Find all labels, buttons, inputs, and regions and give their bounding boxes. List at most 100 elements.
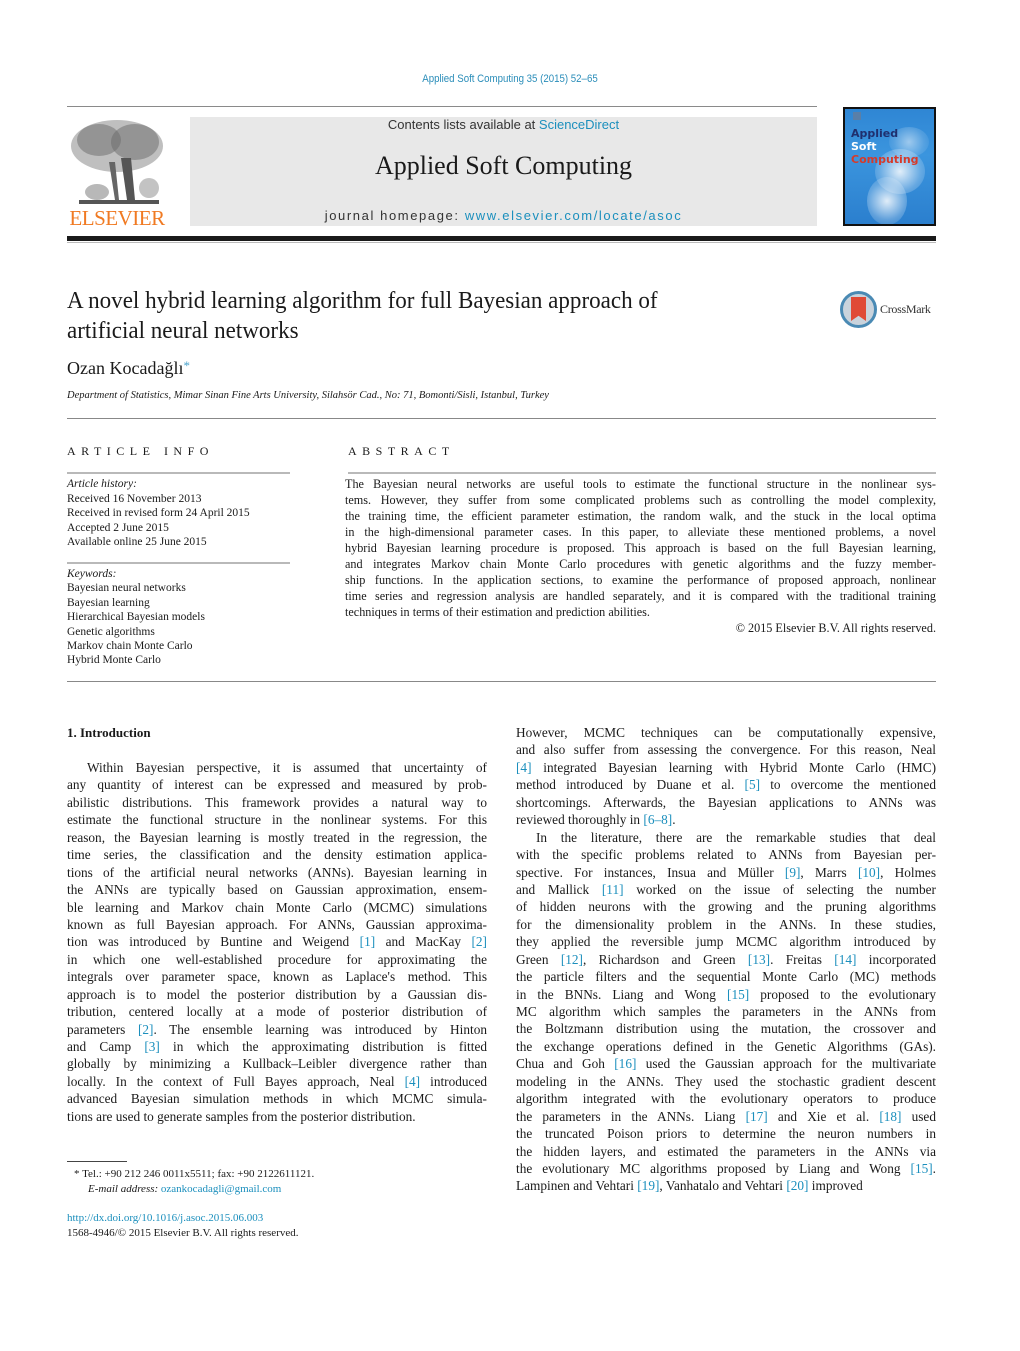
body-text-line: any quantity of interest can be expresse… xyxy=(67,776,487,793)
keywords-label: Keywords: xyxy=(67,568,117,580)
doi-link[interactable]: http://dx.doi.org/10.1016/j.asoc.2015.06… xyxy=(67,1211,299,1226)
contents-availability: Contents lists available at ScienceDirec… xyxy=(190,117,817,132)
article-title-line: artificial neural networks xyxy=(67,318,299,344)
article-history: Article history: Received 16 November 20… xyxy=(67,477,250,550)
citation-link[interactable]: [3] xyxy=(144,1039,160,1054)
elsevier-logo[interactable]: ELSEVIER xyxy=(67,116,167,230)
body-text: . Freitas xyxy=(770,951,835,967)
keyword-item: Bayesian neural networks xyxy=(67,582,186,595)
body-text: they applied the reversible jump MCMC al… xyxy=(516,934,936,950)
body-text: tions are used to generate samples from … xyxy=(67,1108,416,1124)
body-text-line: tions are used to generate samples from … xyxy=(67,1108,487,1125)
abstract-line: tems. However, they suffer from some com… xyxy=(345,493,936,507)
body-text-line: approach is to model the posterior distr… xyxy=(67,986,487,1003)
body-text: and Camp xyxy=(67,1039,145,1054)
email-link[interactable]: ozankocadagli@gmail.com xyxy=(161,1183,281,1195)
citation-link[interactable]: [15] xyxy=(727,987,749,1002)
body-text: ble learning and Markov chain Monte Carl… xyxy=(67,899,487,915)
body-text: parameters xyxy=(67,1021,138,1037)
body-text: worked on the issue of selecting the num… xyxy=(623,881,936,897)
body-text: abilistic distributions. This framework … xyxy=(67,794,487,810)
citation-link[interactable]: [18] xyxy=(879,1109,901,1124)
body-text-line: In the literature, there are the remarka… xyxy=(516,829,936,846)
body-text: reason, the Bayesian learning is mostly … xyxy=(67,829,487,845)
body-text: the Boltzmann distribution using the mut… xyxy=(516,1021,936,1037)
citation-link[interactable]: [10] xyxy=(858,865,880,880)
header-thin-divider xyxy=(67,242,936,243)
body-text-line: globally by minimizing a Kullback–Leible… xyxy=(67,1055,487,1072)
body-text-line: Chua and Goh [16] used the Gaussian appr… xyxy=(516,1055,936,1072)
body-text: . xyxy=(672,812,676,828)
citation-link[interactable]: [14] xyxy=(834,952,856,967)
author-footnote-link[interactable]: * xyxy=(183,358,190,373)
citation-link[interactable]: [20] xyxy=(786,1178,808,1193)
body-text-line: in the BNNs. Liang and Wong [15] propose… xyxy=(516,986,936,1003)
body-text: Within Bayesian perspective, it is assum… xyxy=(87,760,487,775)
body-text: the particle filters and the sequential … xyxy=(516,969,936,985)
keyword-item: Hybrid Monte Carlo xyxy=(67,654,161,667)
body-text: of hidden neurons with the growing and t… xyxy=(516,899,936,915)
citation-link[interactable]: [11] xyxy=(602,882,624,897)
citation-link[interactable]: [4] xyxy=(405,1074,421,1089)
citation-link[interactable]: [4] xyxy=(516,760,532,775)
abstract-line: and integrates Markov chain Monte Carlo … xyxy=(345,557,936,571)
footnote-contact: Tel.: +90 212 246 0011x5511; fax: +90 21… xyxy=(82,1168,315,1180)
body-text-line: in which one well-established procedure … xyxy=(67,951,487,968)
cover-title-line2: Soft xyxy=(851,140,877,153)
citation-link[interactable]: [15] xyxy=(911,1161,933,1176)
abstract-line: time series and regression analysis are … xyxy=(345,589,936,603)
body-text-line: reason, the Bayesian learning is mostly … xyxy=(67,829,487,846)
body-text-line: the Boltzmann distribution using the mut… xyxy=(516,1020,936,1037)
body-text: improved xyxy=(808,1178,863,1194)
body-text: integrals over parameter space, known as… xyxy=(67,969,487,985)
citation-link[interactable]: [9] xyxy=(785,865,801,880)
citation-link[interactable]: [2] xyxy=(471,934,487,949)
abstract-line: in the high-dimensional parameter cases.… xyxy=(345,525,936,539)
body-text-line: the exchange operations defined in the G… xyxy=(516,1038,936,1055)
body-text: with the specific problems related to AN… xyxy=(516,847,936,863)
citation-link[interactable]: [6–8] xyxy=(643,812,672,827)
body-text-line: Within Bayesian perspective, it is assum… xyxy=(67,759,487,776)
article-title: A novel hybrid learning algorithm for fu… xyxy=(67,286,758,346)
abstract-body: The Bayesian neural networks are useful … xyxy=(345,476,936,620)
sciencedirect-link[interactable]: ScienceDirect xyxy=(539,117,619,132)
body-text: locally. In the context of Full Bayes ap… xyxy=(67,1073,405,1089)
body-text-line: spective. For instances, Insua and Mülle… xyxy=(516,864,936,881)
body-text: Lampinen and Vehtari xyxy=(516,1178,638,1194)
cover-decoration xyxy=(867,177,907,224)
body-text: for the dimensionality problem in the AN… xyxy=(516,916,936,932)
citation-link[interactable]: [16] xyxy=(614,1056,636,1071)
homepage-link[interactable]: www.elsevier.com/locate/asoc xyxy=(465,208,682,223)
body-text-line: Lampinen and Vehtari [19], Vanhatalo and… xyxy=(516,1177,936,1194)
journal-reference[interactable]: Applied Soft Computing 35 (2015) 52–65 xyxy=(61,73,959,85)
citation-link[interactable]: [17] xyxy=(746,1109,768,1124)
citation-link[interactable]: [1] xyxy=(360,934,376,949)
body-text: used xyxy=(901,1108,936,1124)
body-column-right: However, MCMC techniques can be computat… xyxy=(516,724,936,1195)
citation-link[interactable]: [2] xyxy=(138,1022,154,1037)
body-text: the ANNs are typically based on Gaussian… xyxy=(67,882,487,898)
journal-title: Applied Soft Computing xyxy=(374,151,633,180)
body-text-line: [4] integrated Bayesian learning with Hy… xyxy=(516,759,936,776)
journal-cover-image[interactable]: Applied Soft Computing xyxy=(843,107,936,226)
body-column-left: Within Bayesian perspective, it is assum… xyxy=(67,759,487,1125)
citation-link[interactable]: [5] xyxy=(745,777,761,792)
citation-link[interactable]: [13] xyxy=(748,952,770,967)
body-text: and Mallick xyxy=(516,881,602,897)
body-text-line: method introduced by Duane et al. [5] to… xyxy=(516,776,936,793)
keyword-item: Hierarchical Bayesian models xyxy=(67,611,205,624)
citation-link[interactable]: [19] xyxy=(637,1178,659,1193)
crossmark-button[interactable]: CrossMark xyxy=(840,291,940,329)
body-text: Chua and Goh xyxy=(516,1056,615,1072)
author-affiliation: Department of Statistics, Mimar Sinan Fi… xyxy=(67,390,549,401)
citation-link[interactable]: [12] xyxy=(561,952,583,967)
body-text-line: known as full Bayesian approach. For ANN… xyxy=(67,916,487,933)
body-text: tions of the artificial neural networks … xyxy=(67,864,487,880)
footnote-contact-row: * Tel.: +90 212 246 0011x5511; fax: +90 … xyxy=(67,1167,314,1182)
keywords: Keywords: Bayesian neural networks Bayes… xyxy=(67,567,205,668)
body-text-line: tribution, centered locally at a mode of… xyxy=(67,1003,487,1020)
body-text: proposed to the evolutionary xyxy=(749,986,936,1002)
body-text-line: parameters [2]. The ensemble learning wa… xyxy=(67,1021,487,1038)
body-text: used the Gaussian approach for the multi… xyxy=(636,1056,936,1072)
abstract-copyright: © 2015 Elsevier B.V. All rights reserved… xyxy=(735,621,936,635)
